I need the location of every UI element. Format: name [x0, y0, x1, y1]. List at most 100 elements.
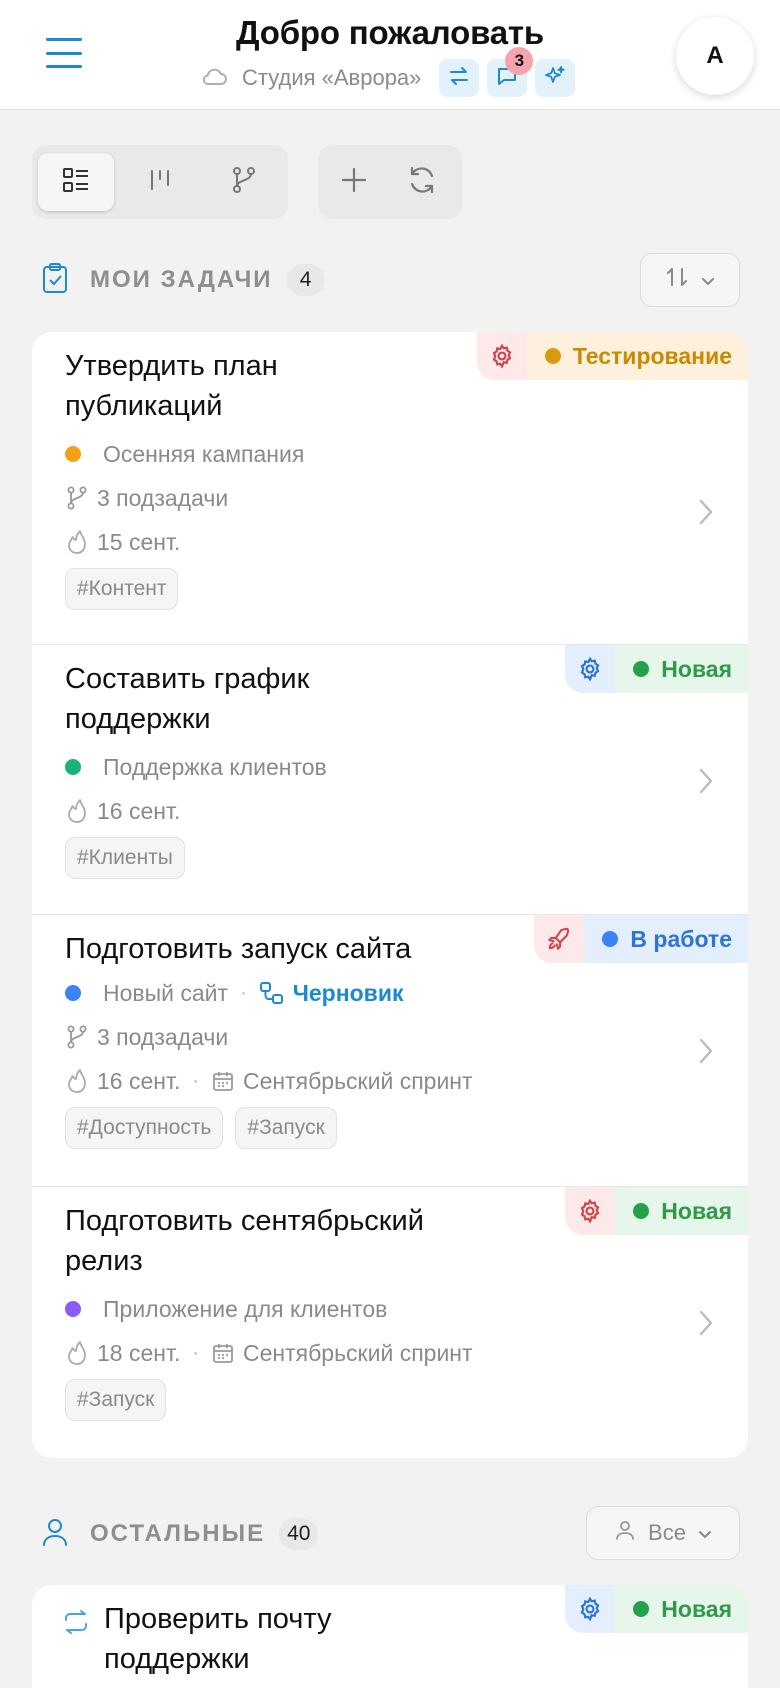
chevron-right-icon	[698, 498, 714, 531]
task-tags: #Контент	[65, 568, 179, 610]
flame-icon	[65, 1068, 89, 1094]
task-due-date: 16 сент.	[65, 795, 180, 827]
status-dot	[633, 661, 650, 677]
status-dot	[633, 1203, 650, 1219]
task-card[interactable]: В работе Подготовить запуск сайта Новый …	[32, 915, 748, 1187]
chevron-right-icon	[698, 1037, 714, 1070]
branch-icon	[65, 485, 89, 511]
status-dot	[544, 348, 561, 364]
project-color-dot	[65, 759, 81, 775]
task-project: Осенняя кампания	[65, 438, 304, 470]
list-view-icon	[61, 165, 91, 200]
sprint-label: Сентябрьский спринт	[243, 1067, 473, 1094]
task-title: Подготовить запуск сайта	[65, 933, 412, 965]
plus-icon	[339, 165, 369, 200]
task-count-badge: 4	[286, 264, 325, 296]
cloud-icon	[200, 65, 228, 92]
status-dot	[633, 1601, 650, 1617]
sprint-label: Сентябрьский спринт	[243, 1339, 473, 1366]
section-title: МОИ ЗАДАЧИ	[90, 266, 273, 293]
app-header: Добро пожаловать Студия «Аврора» 3 A	[0, 0, 780, 110]
task-title: Подготовить сентябрьский релиз	[65, 1205, 424, 1277]
task-project: Приложение для клиентов	[65, 1293, 387, 1325]
section-title: ОСТАЛЬНЫЕ	[90, 1520, 266, 1547]
rocket-icon	[534, 915, 585, 963]
task-due-date: 15 сент.	[65, 526, 180, 558]
status-label: Новая	[661, 655, 732, 682]
tree-view-button[interactable]	[206, 153, 282, 211]
sort-button[interactable]	[640, 253, 740, 307]
chevron-right-icon	[698, 1309, 714, 1342]
status-dot	[602, 931, 619, 947]
assignee-filter[interactable]: Все	[586, 1506, 740, 1560]
task-card[interactable]: Тестирование Утвердить план публикаций О…	[32, 332, 748, 645]
sparkles-icon	[543, 64, 567, 93]
clipboard-check-icon	[40, 262, 70, 299]
project-color-dot	[65, 446, 81, 462]
others-task-list: Новая Проверить почту поддержки	[32, 1585, 748, 1688]
task-due-date: 18 сент. · Сентябрьский спринт	[65, 1337, 473, 1369]
status-badge: Новая	[565, 645, 748, 693]
status-label: Новая	[661, 1197, 732, 1224]
task-tags: #Запуск	[65, 1379, 167, 1421]
flame-icon	[65, 798, 89, 824]
messages-button[interactable]: 3	[487, 47, 534, 97]
my-tasks-list: Тестирование Утвердить план публикаций О…	[32, 332, 748, 1458]
user-icon	[614, 1519, 636, 1547]
switch-button[interactable]	[439, 59, 480, 97]
project-color-dot	[65, 985, 81, 1001]
task-card[interactable]: Новая Подготовить сентябрьский релиз При…	[32, 1187, 748, 1458]
view-switcher	[32, 145, 288, 219]
my-tasks-header: МОИ ЗАДАЧИ 4	[40, 260, 325, 300]
tag-chip[interactable]: #Запуск	[235, 1107, 337, 1149]
arrows-swap-icon	[447, 64, 471, 93]
flame-icon	[65, 529, 89, 555]
refresh-button[interactable]	[392, 153, 452, 211]
avatar[interactable]: A	[676, 17, 754, 95]
workspace-name[interactable]: Студия «Аврора»	[242, 65, 421, 91]
page-title: Добро пожаловать	[236, 14, 544, 51]
status-label: Новая	[661, 1595, 732, 1622]
task-subtasks: 3 подзадачи	[65, 1021, 228, 1053]
branch-icon	[229, 165, 259, 200]
notification-badge: 3	[505, 47, 534, 75]
kanban-icon	[145, 165, 175, 200]
status-badge: Новая	[565, 1585, 748, 1633]
status-label: В работе	[630, 925, 732, 952]
calendar-icon	[211, 1069, 235, 1093]
task-count-badge: 40	[279, 1518, 319, 1550]
task-tags: #Клиенты	[65, 837, 185, 879]
chevron-down-icon	[701, 267, 715, 293]
gear-icon	[565, 645, 616, 693]
status-badge: В работе	[534, 915, 748, 963]
list-view-button[interactable]	[38, 153, 114, 211]
actions-toolbar	[318, 145, 462, 219]
task-subtasks: 3 подзадачи	[65, 482, 228, 514]
tag-chip[interactable]: #Клиенты	[65, 837, 185, 879]
branch-icon	[65, 1024, 89, 1050]
calendar-icon	[211, 1341, 235, 1365]
filter-label: Все	[648, 1520, 686, 1545]
link-nodes-icon	[259, 981, 285, 1005]
task-card[interactable]: Новая Составить график поддержки Поддерж…	[32, 645, 748, 915]
others-header: ОСТАЛЬНЫЕ 40	[40, 1514, 319, 1554]
tag-chip[interactable]: #Доступность	[65, 1107, 224, 1149]
status-badge: Тестирование	[476, 332, 748, 380]
flame-icon	[65, 1340, 89, 1366]
gear-icon	[565, 1585, 616, 1633]
task-tags: #Доступность #Запуск	[65, 1107, 337, 1149]
tag-chip[interactable]: #Запуск	[65, 1379, 167, 1421]
project-color-dot	[65, 1301, 81, 1317]
task-title: Утвердить план публикаций	[65, 350, 278, 422]
add-task-button[interactable]	[324, 153, 384, 211]
board-view-button[interactable]	[122, 153, 198, 211]
refresh-icon	[406, 164, 438, 201]
hamburger-line	[46, 65, 82, 68]
task-card[interactable]: Новая Проверить почту поддержки	[32, 1585, 748, 1688]
draft-link[interactable]: Черновик	[293, 980, 404, 1007]
user-icon	[40, 1516, 70, 1553]
ai-button[interactable]	[535, 59, 576, 97]
tag-chip[interactable]: #Контент	[65, 568, 179, 610]
status-badge: Новая	[565, 1187, 748, 1235]
chevron-down-icon	[698, 1520, 712, 1546]
